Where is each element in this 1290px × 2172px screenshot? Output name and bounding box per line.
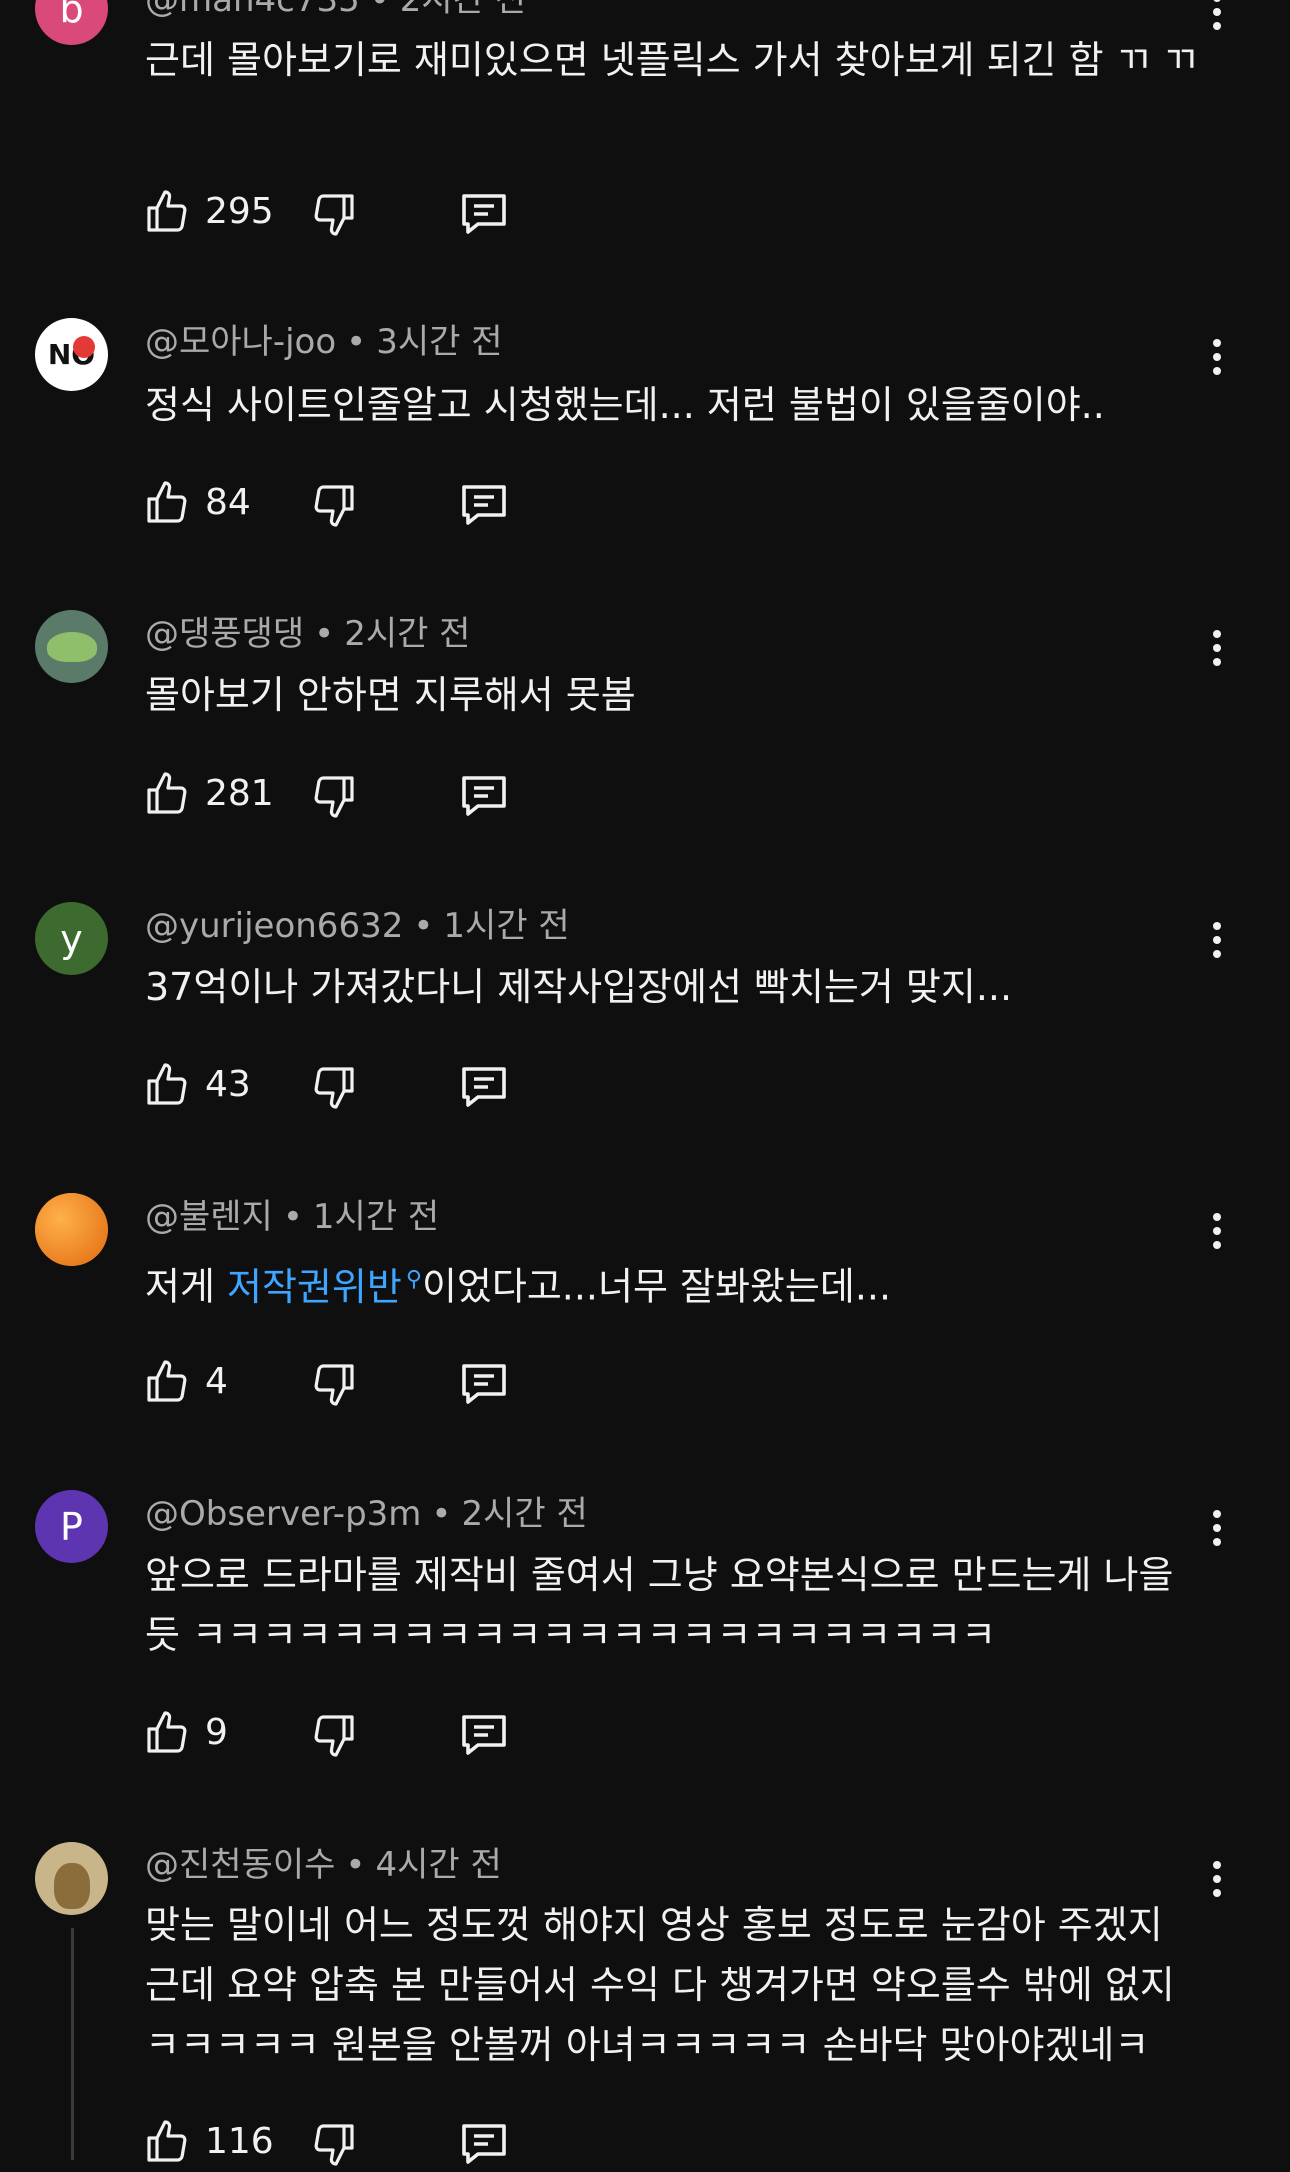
separator-dot: • bbox=[431, 1494, 452, 1534]
avatar[interactable] bbox=[35, 610, 108, 683]
comment-text-before: 저게 bbox=[145, 1264, 227, 1309]
comment-username[interactable]: @진천동이수 bbox=[145, 1845, 335, 1885]
comment-text: 맞는 말이네 어느 정도껏 해야지 영상 홍보 정도로 눈감아 주겠지 근데 요… bbox=[145, 1903, 1175, 2067]
comment-meta: @불렌지 • 1시간 전 bbox=[145, 1197, 439, 1237]
thumbs-up-icon[interactable] bbox=[143, 479, 191, 527]
thumbs-down-icon[interactable] bbox=[310, 481, 358, 529]
orange-avatar-icon bbox=[35, 1193, 108, 1266]
comment-meta: @댕풍댕댕 • 2시간 전 bbox=[145, 614, 470, 654]
avatar-letter: b bbox=[59, 0, 84, 31]
avatar[interactable]: y bbox=[35, 902, 108, 975]
search-link-label: 저작권위반 bbox=[227, 1264, 402, 1309]
comment-time: 1시간 전 bbox=[312, 1197, 440, 1237]
thumbs-up-icon[interactable] bbox=[143, 1358, 191, 1406]
comment-meta: @Observer-p3m • 2시간 전 bbox=[145, 1494, 588, 1534]
separator-dot: • bbox=[314, 614, 335, 654]
avatar[interactable] bbox=[35, 1842, 108, 1915]
reply-icon[interactable] bbox=[458, 190, 510, 238]
thumbs-up-icon[interactable] bbox=[143, 2118, 191, 2166]
comment-text: 앞으로 드라마를 제작비 줄여서 그냥 요약본식으로 만드는게 나을듯 ㅋㅋㅋㅋ… bbox=[145, 1553, 1174, 1657]
reply-icon[interactable] bbox=[458, 1063, 510, 1111]
thumbs-down-icon[interactable] bbox=[310, 1360, 358, 1408]
thumbs-up-icon[interactable] bbox=[143, 188, 191, 236]
comment-text: 정식 사이트인줄알고 시청했는데... 저런 불법이 있을줄이야.. bbox=[145, 383, 1105, 427]
thumbs-down-icon[interactable] bbox=[310, 772, 358, 820]
comment-meta: @모아나-joo • 3시간 전 bbox=[145, 322, 503, 362]
comment-actions: 295 bbox=[143, 182, 543, 242]
like-count: 84 bbox=[205, 482, 251, 523]
reply-icon[interactable] bbox=[458, 1360, 510, 1408]
separator-dot: • bbox=[369, 0, 390, 20]
separator-dot: • bbox=[282, 1197, 303, 1237]
avatar[interactable]: b bbox=[35, 0, 108, 45]
separator-dot: • bbox=[346, 322, 367, 362]
comment-meta: @man4c735 • 2시간 전 bbox=[145, 0, 526, 20]
comment-actions: 116 bbox=[143, 2112, 543, 2172]
person-avatar-icon bbox=[53, 1862, 90, 1909]
thumbs-up-icon[interactable] bbox=[143, 1061, 191, 1109]
thumbs-down-icon[interactable] bbox=[310, 2120, 358, 2168]
reply-icon[interactable] bbox=[458, 772, 510, 820]
reply-icon[interactable] bbox=[458, 2120, 510, 2168]
comment-actions: 281 bbox=[143, 764, 543, 824]
avatar[interactable] bbox=[35, 1193, 108, 1266]
thread-line bbox=[71, 1928, 74, 2160]
comment-username[interactable]: @yurijeon6632 bbox=[145, 906, 403, 946]
search-link[interactable]: 저작권위반 ⚲ bbox=[227, 1265, 422, 1309]
like-count: 43 bbox=[205, 1064, 251, 1105]
comment-text: 37억이나 가져갔다니 제작사입장에선 빡치는거 맞지... bbox=[145, 965, 1013, 1009]
avatar[interactable]: P bbox=[35, 1490, 108, 1563]
comment-time: 2시간 전 bbox=[344, 614, 471, 654]
thumbs-down-icon[interactable] bbox=[310, 1711, 358, 1759]
avatar-letter: y bbox=[60, 916, 83, 961]
reply-icon[interactable] bbox=[458, 1711, 510, 1759]
comment-username[interactable]: @댕풍댕댕 bbox=[145, 614, 304, 654]
like-count: 281 bbox=[205, 773, 274, 814]
avatar-letter: P bbox=[60, 1504, 83, 1549]
separator-dot: • bbox=[413, 906, 434, 946]
reply-icon[interactable] bbox=[458, 481, 510, 529]
comment-username[interactable]: @모아나-joo bbox=[145, 322, 336, 362]
no-sign-icon bbox=[73, 336, 95, 358]
comment-actions: 43 bbox=[143, 1055, 543, 1115]
thumbs-down-icon[interactable] bbox=[310, 190, 358, 238]
more-options-icon[interactable] bbox=[1202, 1498, 1232, 1558]
comment-meta: @yurijeon6632 • 1시간 전 bbox=[145, 906, 570, 946]
like-count: 295 bbox=[205, 191, 274, 232]
more-options-icon[interactable] bbox=[1202, 0, 1232, 42]
more-options-icon[interactable] bbox=[1202, 910, 1232, 970]
comment-text-after: 이었다고...너무 잘봐왔는데... bbox=[421, 1264, 892, 1309]
comment-time: 2시간 전 bbox=[399, 0, 527, 20]
comment-text: 저게 저작권위반 ⚲이었다고...너무 잘봐왔는데... bbox=[145, 1250, 1205, 1317]
comment-time: 3시간 전 bbox=[376, 322, 503, 362]
comment-time: 4시간 전 bbox=[375, 1845, 502, 1885]
more-options-icon[interactable] bbox=[1202, 1849, 1232, 1909]
comment-text: 근데 몰아보기로 재미있으면 넷플릭스 가서 찾아보게 되긴 함 ㄲ ㄲ bbox=[145, 38, 1198, 82]
like-count: 4 bbox=[205, 1361, 228, 1402]
frog-avatar-icon bbox=[46, 631, 97, 662]
avatar[interactable]: NO bbox=[35, 318, 108, 391]
thumbs-up-icon[interactable] bbox=[143, 1709, 191, 1757]
more-options-icon[interactable] bbox=[1202, 618, 1232, 678]
comment-actions: 9 bbox=[143, 1703, 543, 1763]
comment-actions: 4 bbox=[143, 1352, 543, 1412]
like-count: 116 bbox=[205, 2121, 274, 2162]
comment-time: 2시간 전 bbox=[461, 1494, 588, 1534]
comment-actions: 84 bbox=[143, 473, 543, 533]
thumbs-up-icon[interactable] bbox=[143, 770, 191, 818]
thumbs-down-icon[interactable] bbox=[310, 1063, 358, 1111]
comment-username[interactable]: @Observer-p3m bbox=[145, 1494, 421, 1534]
more-options-icon[interactable] bbox=[1202, 1201, 1232, 1261]
comment-username[interactable]: @불렌지 bbox=[145, 1197, 273, 1237]
search-icon: ⚲ bbox=[405, 1267, 422, 1292]
comment-text: 몰아보기 안하면 지루해서 못봄 bbox=[145, 673, 636, 717]
separator-dot: • bbox=[345, 1845, 366, 1885]
like-count: 9 bbox=[205, 1712, 228, 1753]
more-options-icon[interactable] bbox=[1202, 327, 1232, 387]
comment-time: 1시간 전 bbox=[443, 906, 570, 946]
comment-username[interactable]: @man4c735 bbox=[145, 0, 360, 20]
comment-meta: @진천동이수 • 4시간 전 bbox=[145, 1845, 502, 1885]
